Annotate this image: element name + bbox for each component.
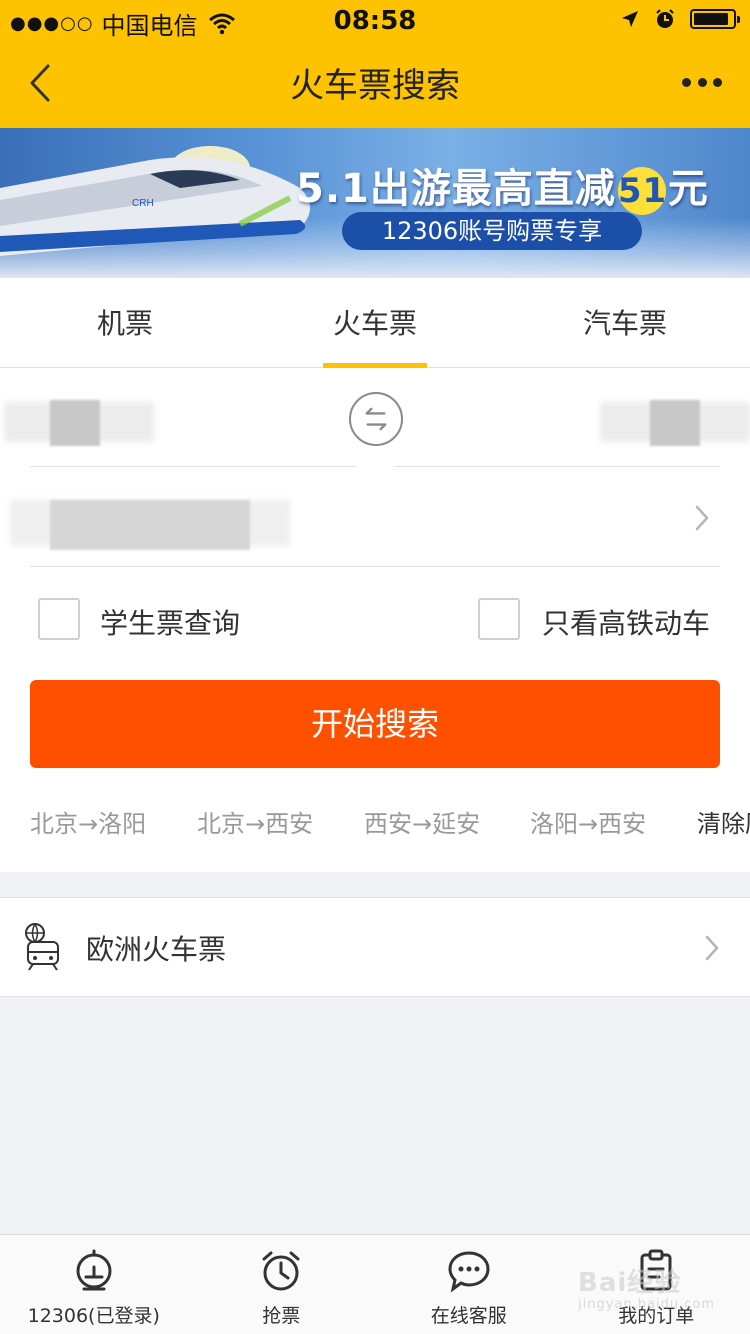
high-speed-only-checkbox[interactable] <box>478 598 520 640</box>
search-form: 学生票查询 只看高铁动车 开始搜索 北京→洛阳 北京→西安 西安→延安 洛阳→西… <box>0 368 750 872</box>
swap-stations-icon[interactable] <box>349 392 403 446</box>
ticket-type-tabs: 机票 火车票 汽车票 <box>0 278 750 368</box>
header-bar: ●●●○○ 中国电信 08:58 火车票搜索 <box>0 0 750 128</box>
chat-bubble-icon <box>448 1251 490 1293</box>
europe-train-row[interactable]: 欧洲火车票 <box>0 897 750 997</box>
alarm-icon <box>656 9 674 28</box>
more-options-icon[interactable] <box>682 70 722 94</box>
tab-bus[interactable]: 汽车票 <box>500 278 750 367</box>
date-field[interactable] <box>0 480 750 566</box>
alarm-clock-icon <box>262 1251 300 1291</box>
clear-history-button[interactable]: 清除历史 <box>697 804 750 839</box>
page-title: 火车票搜索 <box>290 66 460 106</box>
chevron-right-icon <box>695 505 709 531</box>
station-icon <box>76 1249 112 1291</box>
banner-headline-prefix: 5.1出游最高直减 <box>296 166 616 212</box>
status-bar: ●●●○○ 中国电信 08:58 <box>0 0 750 40</box>
watermark-text: Bai经验 <box>578 1268 682 1298</box>
date-underline <box>30 566 720 567</box>
watermark-subtext: jingyan.baidu.com <box>578 1297 715 1312</box>
tabbar-12306[interactable]: 12306(已登录) <box>0 1235 188 1334</box>
baidu-watermark: Bai经验 jingyan.baidu.com <box>578 1262 715 1312</box>
banner-headline-suffix: 元 <box>667 166 709 212</box>
banner-headline: 5.1出游最高直减51元 <box>296 156 709 215</box>
tabbar-label: 12306(已登录) <box>27 1305 160 1327</box>
start-search-button[interactable]: 开始搜索 <box>30 680 720 768</box>
arrival-station-field[interactable] <box>430 388 750 458</box>
tabbar-label: 抢票 <box>262 1305 301 1327</box>
tab-train[interactable]: 火车票 <box>250 278 500 368</box>
more-dot <box>713 77 722 87</box>
tab-flight[interactable]: 机票 <box>0 278 250 367</box>
banner-subtitle: 12306账号购票专享 <box>342 212 642 250</box>
promo-banner[interactable]: CRH 5.1出游最高直减51元 12306账号购票专享 <box>0 128 750 278</box>
departure-station-redacted <box>50 400 100 446</box>
europe-train-label: 欧洲火车票 <box>86 933 227 966</box>
chevron-right-icon <box>705 935 719 961</box>
banner-discount-number: 51 <box>617 167 666 215</box>
tabbar-grab-ticket[interactable]: 抢票 <box>188 1235 376 1334</box>
battery-icon <box>690 9 740 29</box>
student-ticket-label[interactable]: 学生票查询 <box>100 602 240 642</box>
history-item[interactable]: 洛阳→西安 <box>530 804 646 839</box>
search-history: 北京→洛阳 北京→西安 西安→延安 洛阳→西安 清除历史 <box>0 804 750 840</box>
date-redacted <box>50 500 250 550</box>
more-dot <box>682 77 691 87</box>
history-item[interactable]: 北京→西安 <box>197 804 313 839</box>
train-illustration: CRH <box>0 146 310 256</box>
high-speed-only-label[interactable]: 只看高铁动车 <box>542 602 710 642</box>
departure-station-field[interactable] <box>0 388 320 458</box>
tabbar-online-service[interactable]: 在线客服 <box>375 1235 563 1334</box>
status-right <box>620 8 740 30</box>
arrival-station-redacted <box>650 400 700 446</box>
departure-underline <box>30 466 356 467</box>
svg-text:CRH: CRH <box>132 198 154 209</box>
more-dot <box>697 77 707 87</box>
student-ticket-checkbox[interactable] <box>38 598 80 640</box>
europe-train-icon <box>25 923 59 971</box>
arrival-underline <box>394 466 720 467</box>
history-item[interactable]: 西安→延安 <box>364 804 480 839</box>
tabbar-label: 在线客服 <box>430 1305 507 1327</box>
history-item[interactable]: 北京→洛阳 <box>30 804 146 839</box>
location-arrow-icon <box>622 11 638 27</box>
